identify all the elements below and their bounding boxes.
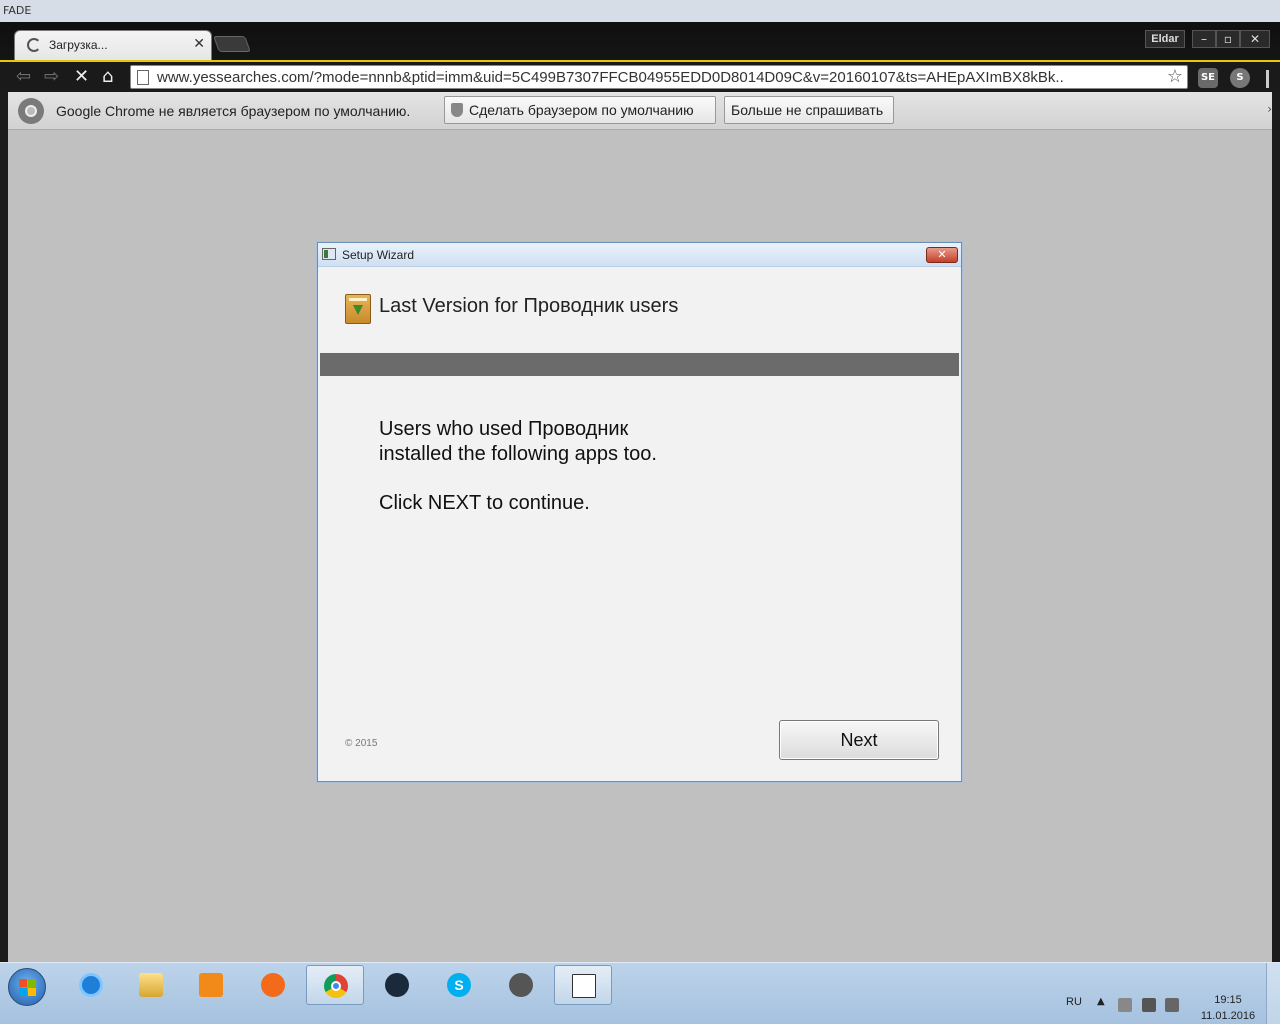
- chrome-menu-icon[interactable]: [1266, 70, 1272, 88]
- body-line-2: installed the following apps too.: [379, 443, 657, 465]
- desktop-label: FADE: [3, 4, 32, 17]
- dialog-body-text: Users who used Проводник installed the f…: [379, 417, 657, 516]
- download-package-icon: [345, 294, 371, 324]
- taskbar-skype[interactable]: S: [430, 965, 488, 1005]
- origin-icon: [261, 973, 285, 997]
- window-close-button[interactable]: ✕: [1240, 30, 1270, 48]
- chrome-titlebar: Загрузка... ✕ Eldar – ▫ ✕: [0, 22, 1280, 60]
- dialog-header-title: Last Version for Проводник users: [379, 295, 679, 317]
- browser-toolbar: ⇦ ⇨ ✕ ⌂ www.yessearches.com/?mode=nnnb&p…: [0, 60, 1280, 92]
- folder-icon: [139, 973, 163, 997]
- dont-ask-again-button[interactable]: Больше не спрашивать: [724, 96, 894, 124]
- windows-taskbar: S RU ▲ 19:15 11.01.2016: [0, 962, 1280, 1024]
- body-line-1: Users who used Проводник: [379, 418, 629, 440]
- desktop-top-strip: FADE: [0, 0, 1280, 22]
- header-divider-band: [320, 353, 959, 376]
- media-player-icon: [199, 973, 223, 997]
- home-icon[interactable]: ⌂: [102, 66, 113, 87]
- taskbar-file-explorer[interactable]: [122, 965, 180, 1005]
- set-default-label: Сделать браузером по умолчанию: [469, 102, 694, 118]
- action-center-flag-icon[interactable]: [1118, 998, 1132, 1012]
- setup-wizard-dialog: Setup Wizard ✕ Last Version for Проводни…: [317, 242, 962, 782]
- dialog-title: Setup Wizard: [342, 248, 415, 262]
- clock-date: 11.01.2016: [1200, 1010, 1256, 1022]
- extension-se-icon[interactable]: SE: [1198, 68, 1218, 88]
- window-app-icon: [322, 248, 336, 260]
- profile-button[interactable]: Eldar: [1145, 30, 1185, 48]
- skype-icon: S: [447, 973, 471, 997]
- dialog-close-button[interactable]: ✕: [926, 247, 958, 263]
- chrome-icon: [324, 974, 348, 998]
- show-desktop-button[interactable]: [1266, 963, 1280, 1024]
- windows-logo-icon: [19, 979, 37, 997]
- taskbar-setup-window[interactable]: [554, 965, 612, 1005]
- tab-close-icon[interactable]: ✕: [193, 36, 205, 52]
- taskbar-steam[interactable]: [368, 965, 426, 1005]
- network-icon[interactable]: [1142, 998, 1156, 1012]
- document-window-icon: [572, 974, 596, 998]
- taskbar-internet-explorer[interactable]: [62, 965, 120, 1005]
- forward-arrow-icon[interactable]: ⇨: [44, 66, 59, 87]
- extension-skype-icon[interactable]: S: [1230, 68, 1250, 88]
- taskbar-origin[interactable]: [244, 965, 302, 1005]
- taskbar-app[interactable]: [492, 965, 550, 1005]
- tab-title: Загрузка...: [49, 38, 108, 52]
- copyright-text: © 2015: [345, 738, 378, 749]
- back-arrow-icon[interactable]: ⇦: [16, 66, 31, 87]
- page-icon: [137, 70, 149, 85]
- app-cluster-icon: [509, 973, 533, 997]
- taskbar-chrome[interactable]: [306, 965, 364, 1005]
- loading-spinner-icon: [27, 38, 41, 52]
- stop-icon[interactable]: ✕: [74, 66, 89, 87]
- bookmark-star-icon[interactable]: ☆: [1167, 66, 1183, 87]
- browser-tab[interactable]: Загрузка... ✕: [14, 30, 212, 60]
- default-browser-infobar: Google Chrome не является браузером по у…: [8, 92, 1272, 130]
- shield-icon: [451, 103, 463, 117]
- system-clock[interactable]: 19:15 11.01.2016: [1196, 992, 1260, 1024]
- clock-time: 19:15: [1214, 994, 1242, 1006]
- infobar-message: Google Chrome не является браузером по у…: [56, 103, 411, 119]
- chrome-logo-icon: [18, 98, 44, 124]
- internet-explorer-icon: [79, 973, 103, 997]
- infobar-close-icon[interactable]: ›: [1267, 102, 1272, 116]
- address-url[interactable]: www.yessearches.com/?mode=nnnb&ptid=imm&…: [157, 69, 1137, 86]
- taskbar-media-player[interactable]: [182, 965, 240, 1005]
- minimize-button[interactable]: –: [1192, 30, 1216, 48]
- address-bar[interactable]: www.yessearches.com/?mode=nnnb&ptid=imm&…: [130, 65, 1188, 89]
- new-tab-button[interactable]: [213, 36, 251, 52]
- tray-expand-icon[interactable]: ▲: [1097, 996, 1105, 1007]
- dialog-titlebar: Setup Wizard ✕: [318, 243, 961, 267]
- start-button[interactable]: [8, 968, 46, 1006]
- set-default-browser-button[interactable]: Сделать браузером по умолчанию: [444, 96, 716, 124]
- volume-icon[interactable]: [1165, 998, 1179, 1012]
- steam-icon: [385, 973, 409, 997]
- next-button[interactable]: Next: [779, 720, 939, 760]
- body-line-3: Click NEXT to continue.: [379, 492, 590, 514]
- language-indicator[interactable]: RU: [1066, 996, 1082, 1008]
- maximize-button[interactable]: ▫: [1216, 30, 1240, 48]
